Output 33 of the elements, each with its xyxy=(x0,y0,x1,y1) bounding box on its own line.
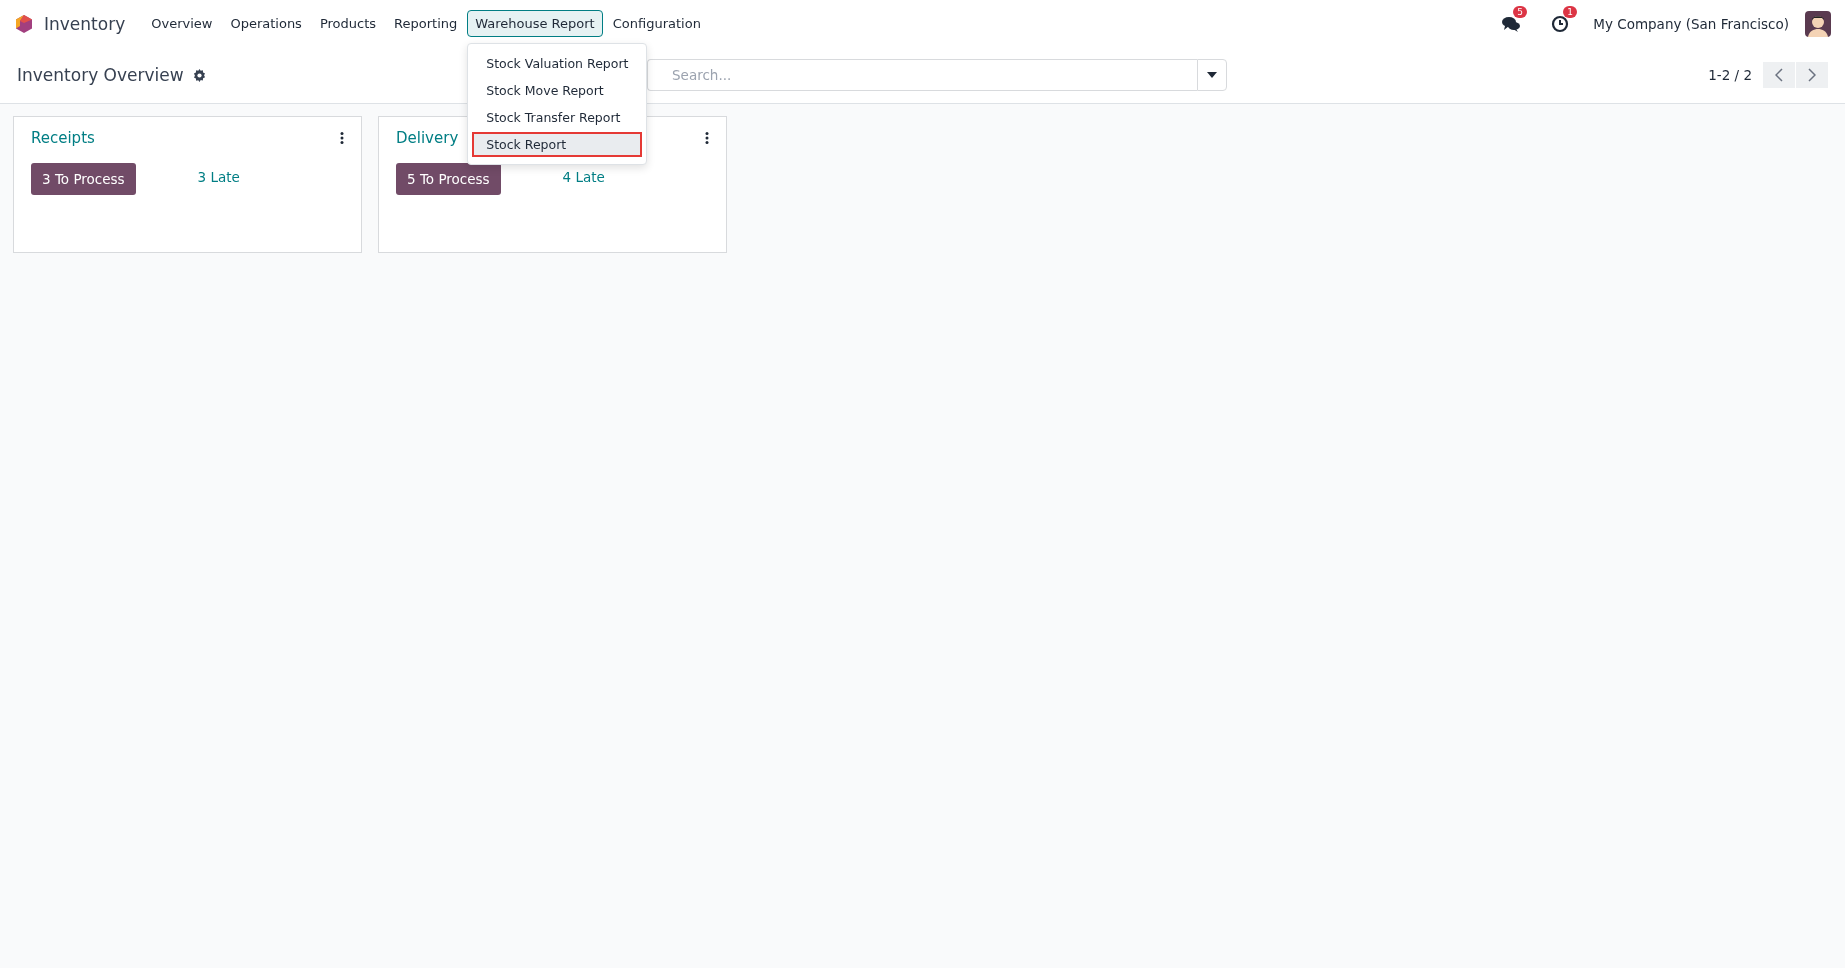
notification-badge: 5 xyxy=(1513,5,1527,18)
dropdown-item[interactable]: Stock Report xyxy=(472,132,643,157)
dropdown-item[interactable]: Stock Transfer Report xyxy=(472,105,643,130)
to-process-button[interactable]: 5 To Process xyxy=(396,163,501,195)
chat-icon[interactable] xyxy=(1501,14,1522,33)
settings-icon[interactable] xyxy=(192,68,206,82)
menu-item[interactable]: Overview xyxy=(143,10,221,37)
chevron-left-icon xyxy=(1775,68,1783,82)
menu-item[interactable]: Reporting xyxy=(386,10,466,37)
card-title[interactable]: Delivery xyxy=(396,129,459,147)
card-title[interactable]: Receipts xyxy=(31,129,95,147)
menu-item[interactable]: Configuration xyxy=(604,10,709,37)
menu-item[interactable]: Operations xyxy=(222,10,310,37)
more-options-icon[interactable] xyxy=(705,132,709,144)
dropdown-item[interactable]: Stock Move Report xyxy=(472,78,643,103)
app-logo-icon[interactable] xyxy=(14,13,34,34)
more-options-icon[interactable] xyxy=(340,132,344,144)
caret-icon[interactable] xyxy=(1207,72,1217,78)
menu-item[interactable]: Warehouse Report xyxy=(467,10,603,37)
late-link[interactable]: 3 Late xyxy=(197,169,240,185)
dropdown-item[interactable]: Stock Valuation Report xyxy=(472,51,643,76)
menu-item[interactable]: Products xyxy=(311,10,385,37)
clock-icon[interactable] xyxy=(1551,14,1570,33)
late-link[interactable]: 4 Late xyxy=(562,169,605,185)
chevron-right-icon xyxy=(1808,68,1816,82)
company-switcher[interactable]: My Company (San Francisco) xyxy=(1593,15,1789,32)
to-process-button[interactable]: 3 To Process xyxy=(31,163,136,195)
app-name[interactable]: Inventory xyxy=(44,13,126,34)
search-field[interactable]: Search... xyxy=(647,59,1197,91)
avatar-icon[interactable] xyxy=(1805,10,1831,37)
page-title: Inventory Overview xyxy=(17,65,184,85)
notification-badge: 1 xyxy=(1563,5,1577,18)
pager-text: 1-2 / 2 xyxy=(1708,67,1752,83)
